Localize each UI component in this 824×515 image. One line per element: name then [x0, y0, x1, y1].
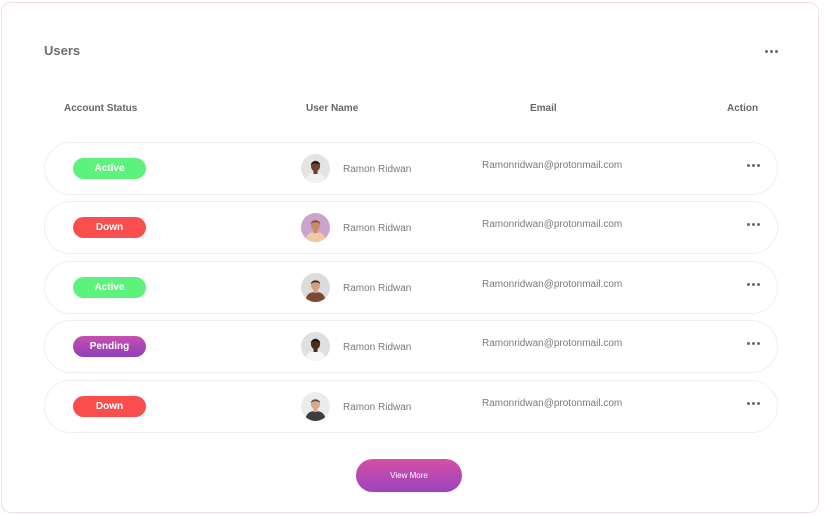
more-horizontal-icon[interactable] [747, 283, 760, 286]
avatar [301, 154, 330, 183]
avatar [301, 273, 330, 302]
avatar [301, 213, 330, 242]
user-name: Ramon Ridwan [343, 402, 412, 413]
status-badge: Active [73, 277, 146, 298]
status-badge: Active [73, 158, 146, 179]
user-name: Ramon Ridwan [343, 283, 412, 294]
more-horizontal-icon[interactable] [747, 402, 760, 405]
avatar [301, 332, 330, 361]
column-header-email: Email [530, 103, 557, 114]
more-horizontal-icon[interactable] [747, 223, 760, 226]
user-email: Ramonridwan@protonmail.com [482, 338, 623, 349]
view-more-button[interactable]: View More [356, 459, 462, 492]
user-name: Ramon Ridwan [343, 342, 412, 353]
user-name: Ramon Ridwan [343, 164, 412, 175]
table-row[interactable]: Pending Ramon Ridwan Ramonridwan@protonmai… [44, 320, 778, 373]
user-email: Ramonridwan@protonmail.com [482, 219, 623, 230]
user-email: Ramonridwan@protonmail.com [482, 398, 623, 409]
card-title: Users [44, 43, 81, 58]
avatar [301, 392, 330, 421]
more-horizontal-icon[interactable] [747, 164, 760, 167]
column-header-user-name: User Name [306, 103, 359, 114]
status-badge: Down [73, 396, 146, 417]
status-badge: Down [73, 217, 146, 238]
more-horizontal-icon[interactable] [765, 50, 778, 53]
user-email: Ramonridwan@protonmail.com [482, 279, 623, 290]
more-horizontal-icon[interactable] [747, 342, 760, 345]
user-name: Ramon Ridwan [343, 223, 412, 234]
users-card: Users Account Status User Name Email Act… [1, 2, 819, 513]
table-row[interactable]: Down Ramon Ridwan Ramonridwan@protonmail.c… [44, 380, 778, 433]
table-row[interactable]: Active Ramon Ridwan Ramonridwan@protonmail… [44, 261, 778, 314]
column-header-account-status: Account Status [64, 103, 138, 114]
status-badge: Pending [73, 336, 146, 357]
table-row[interactable]: Down Ramon Ridwan Ramonridwan@protonmail.c… [44, 201, 778, 254]
user-email: Ramonridwan@protonmail.com [482, 160, 623, 171]
column-header-action: Action [727, 103, 759, 114]
table-row[interactable]: Active Ramon Ridwan Ramonridwan@protonmail… [44, 142, 778, 195]
